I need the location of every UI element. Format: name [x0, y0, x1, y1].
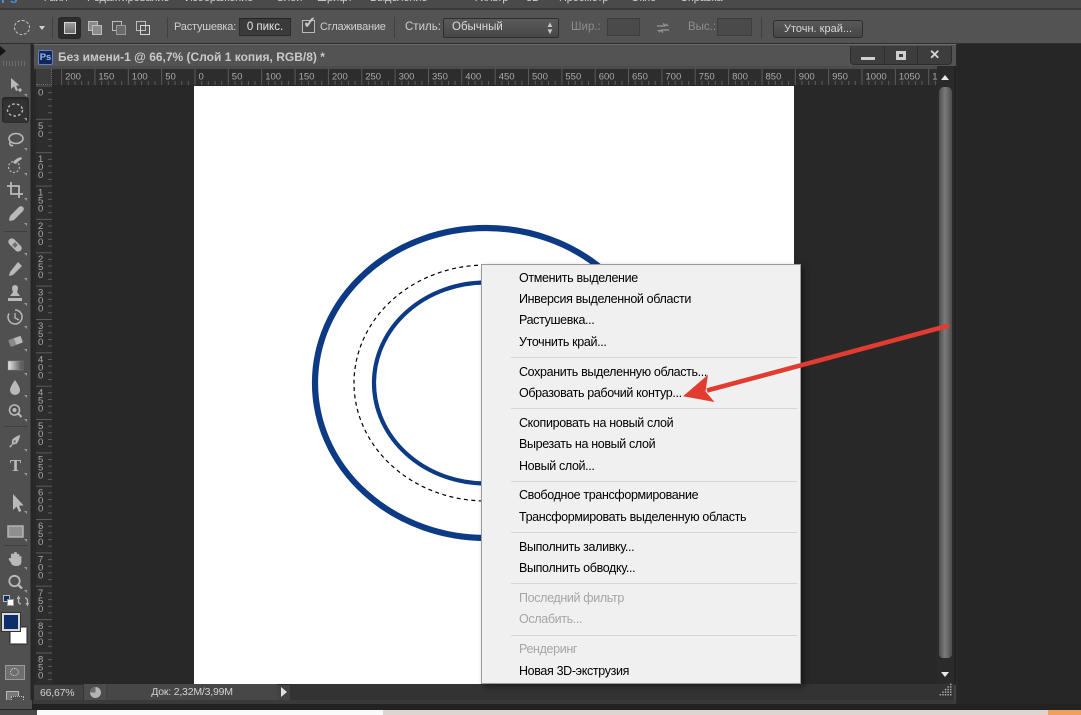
svg-text:0: 0 [38, 570, 43, 581]
svg-text:1000: 1000 [866, 72, 887, 83]
svg-text:800: 800 [732, 72, 748, 83]
svg-text:950: 950 [832, 72, 848, 83]
svg-text:0: 0 [38, 204, 43, 215]
svg-text:150: 150 [98, 72, 114, 83]
svg-text:0: 0 [38, 404, 43, 415]
svg-text:0: 0 [38, 88, 43, 99]
svg-text:750: 750 [699, 72, 715, 83]
svg-text:50: 50 [232, 72, 243, 83]
svg-text:250: 250 [365, 72, 381, 83]
svg-text:400: 400 [465, 72, 481, 83]
svg-text:0: 0 [38, 604, 43, 615]
svg-text:450: 450 [499, 72, 515, 83]
svg-text:0: 0 [38, 504, 43, 515]
svg-text:0: 0 [38, 304, 43, 315]
svg-text:0: 0 [38, 237, 43, 248]
svg-text:550: 550 [565, 72, 581, 83]
svg-text:0: 0 [199, 72, 204, 83]
svg-text:600: 600 [599, 72, 615, 83]
svg-text:0: 0 [38, 470, 43, 481]
svg-text:900: 900 [799, 72, 815, 83]
svg-text:0: 0 [38, 437, 43, 448]
svg-text:100: 100 [265, 72, 281, 83]
svg-text:0: 0 [38, 129, 43, 140]
svg-text:T: T [10, 456, 22, 475]
svg-text:200: 200 [332, 72, 348, 83]
svg-text:0: 0 [38, 270, 43, 281]
svg-text:0: 0 [38, 337, 43, 348]
svg-text:350: 350 [432, 72, 448, 83]
svg-text:200: 200 [65, 72, 81, 83]
svg-text:500: 500 [532, 72, 548, 83]
svg-text:700: 700 [665, 72, 681, 83]
svg-text:0: 0 [38, 370, 43, 381]
svg-text:1050: 1050 [899, 72, 920, 83]
svg-text:150: 150 [299, 72, 315, 83]
svg-text:850: 850 [766, 72, 782, 83]
svg-text:100: 100 [132, 72, 148, 83]
svg-text:0: 0 [38, 637, 43, 648]
svg-text:650: 650 [632, 72, 648, 83]
svg-text:0: 0 [38, 170, 43, 181]
svg-text:50: 50 [165, 72, 176, 83]
svg-text:300: 300 [399, 72, 415, 83]
svg-text:0: 0 [38, 671, 43, 682]
svg-text:0: 0 [38, 537, 43, 548]
